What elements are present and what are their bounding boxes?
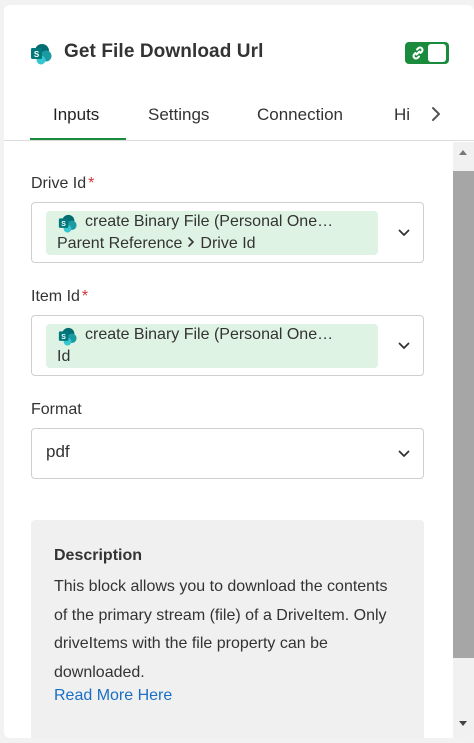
item-id-token[interactable]: S create Binary File (Personal One… Id [46, 324, 378, 368]
drive-id-label: Drive Id * [31, 175, 94, 193]
tab-connection[interactable]: Connection [257, 105, 343, 141]
chevron-down-icon[interactable] [397, 226, 411, 240]
token-path: Id [57, 348, 70, 366]
format-value: pdf [46, 442, 70, 461]
chevron-right-icon[interactable] [426, 103, 446, 125]
sharepoint-icon: S [31, 44, 52, 65]
svg-text:S: S [61, 334, 66, 341]
enable-toggle[interactable] [405, 42, 449, 64]
svg-text:S: S [34, 50, 40, 59]
scroll-down-arrow-icon[interactable] [458, 720, 468, 728]
token-source: create Binary File (Personal One… [85, 326, 334, 343]
required-mark: * [81, 288, 89, 305]
inputs-form: Drive Id * S create Binary File (Personal… [4, 142, 452, 738]
format-select[interactable]: pdf [31, 428, 424, 479]
read-more-link[interactable]: Read More Here [54, 687, 172, 705]
scrollbar[interactable] [453, 142, 474, 738]
scrollbar-thumb[interactable] [453, 171, 474, 658]
chevron-down-icon[interactable] [397, 339, 411, 353]
panel-header: S Get File Download Url [4, 5, 474, 95]
token-source: create Binary File (Personal One… [85, 213, 334, 230]
page-title: Get File Download Url [64, 41, 264, 62]
token-path-segment: Drive Id [200, 235, 256, 252]
link-icon [412, 46, 424, 60]
active-tab-indicator [30, 138, 126, 140]
scroll-up-arrow-icon[interactable] [458, 148, 468, 156]
item-id-label-text: Item Id [31, 288, 80, 305]
drive-id-token[interactable]: S create Binary File (Personal One… Pare… [46, 211, 378, 255]
item-id-field[interactable]: S create Binary File (Personal One… Id [31, 315, 424, 376]
chevron-down-icon[interactable] [397, 447, 411, 461]
description-box: Description This block allows you to dow… [31, 520, 424, 738]
block-config-panel: S Get File Download Url Inputs Settings … [4, 5, 474, 738]
token-path-segment: Id [57, 348, 71, 365]
svg-text:S: S [61, 221, 66, 228]
sharepoint-icon: S [58, 327, 77, 346]
chevron-right-icon [188, 237, 195, 247]
drive-id-field[interactable]: S create Binary File (Personal One… Pare… [31, 202, 424, 263]
tab-history[interactable]: Hi [394, 105, 410, 141]
toggle-knob [428, 44, 446, 62]
required-mark: * [88, 175, 95, 192]
description-title: Description [54, 547, 143, 564]
tab-inputs[interactable]: Inputs [53, 105, 99, 141]
tab-settings[interactable]: Settings [148, 105, 209, 141]
sharepoint-icon: S [58, 214, 77, 233]
token-path-segment: Parent Reference [57, 235, 183, 252]
description-text: This block allows you to download the co… [54, 578, 388, 681]
tab-bar: Inputs Settings Connection Hi [4, 95, 474, 141]
drive-id-label-text: Drive Id [31, 175, 87, 192]
item-id-label: Item Id * [31, 288, 88, 306]
format-label: Format [31, 401, 82, 418]
token-path: Parent Reference Drive Id [57, 235, 256, 253]
